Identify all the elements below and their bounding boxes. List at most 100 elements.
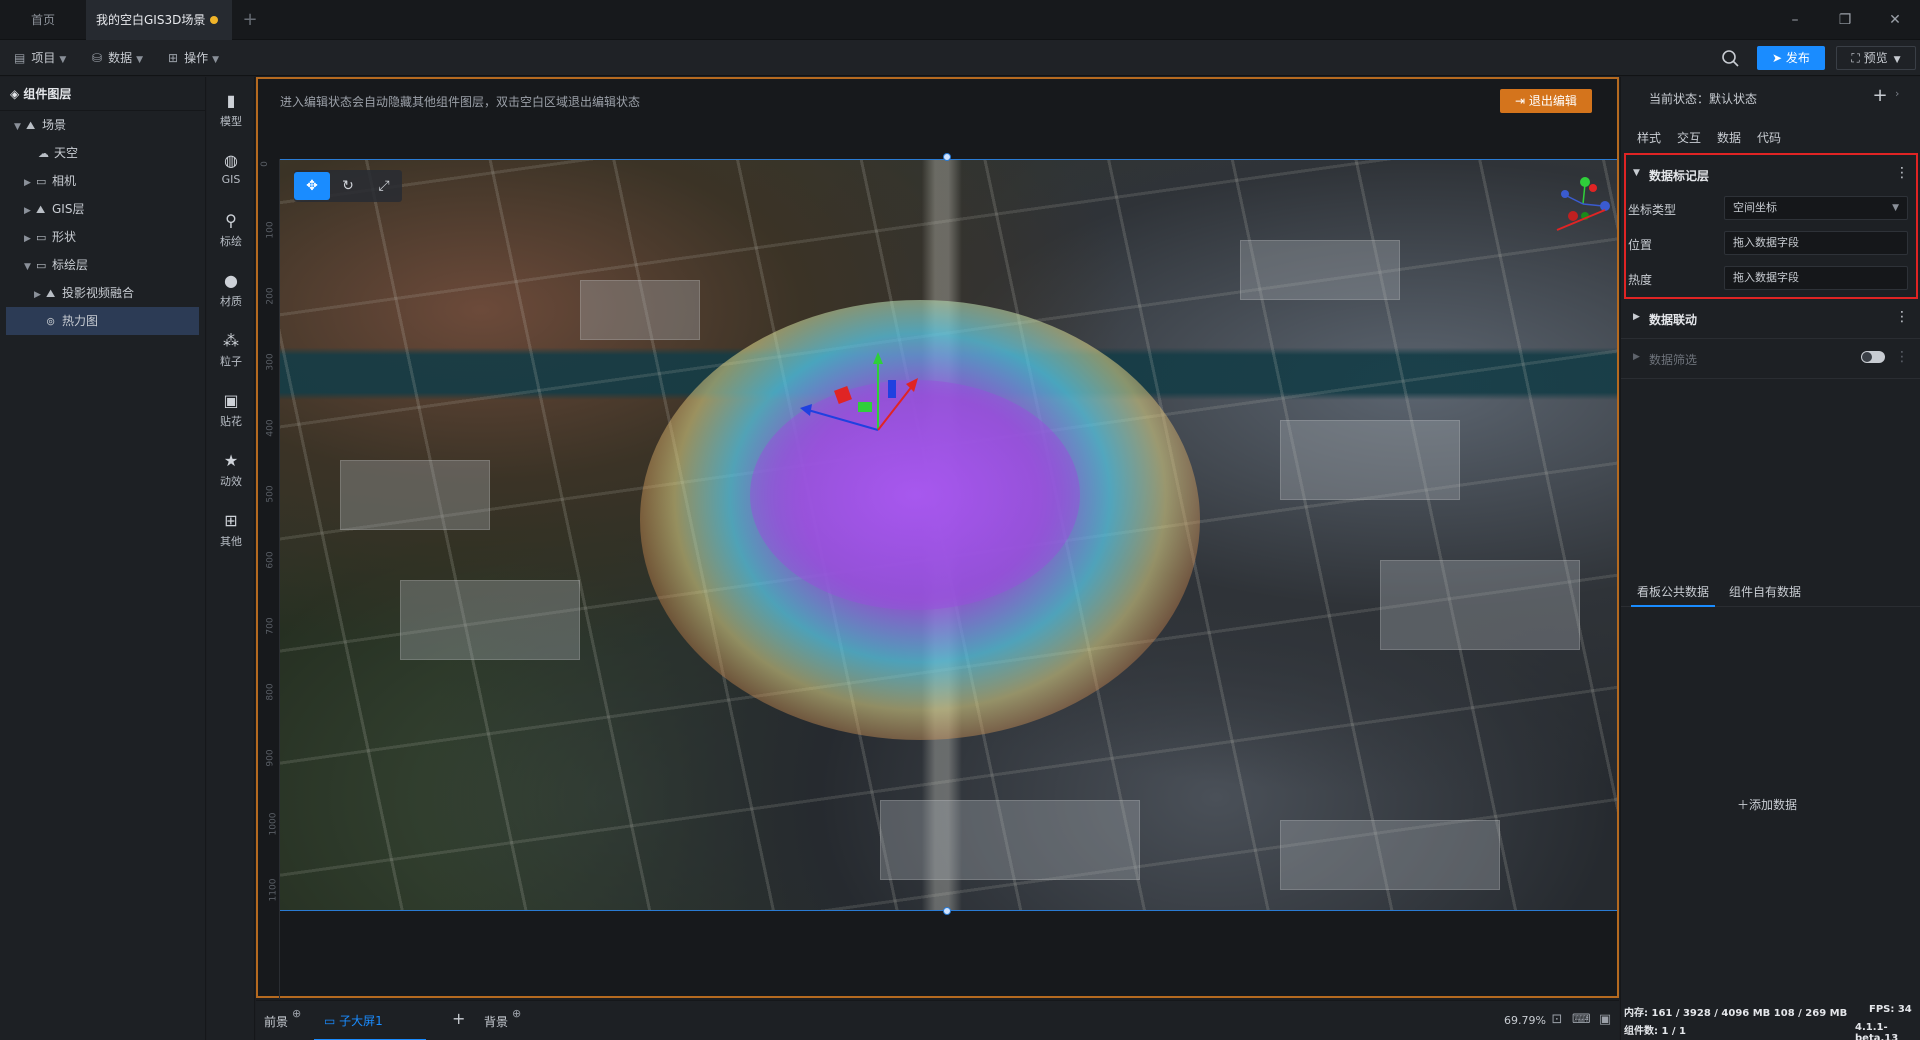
expand-arrow-icon[interactable]: ▼ — [14, 113, 26, 141]
tool-other[interactable]: ⊞ 其他 — [207, 503, 255, 559]
close-window-button[interactable]: ✕ — [1870, 0, 1920, 40]
rotate-tool-button[interactable]: ↻ — [330, 172, 366, 200]
tab-public-data[interactable]: 看板公共数据 — [1637, 583, 1709, 600]
fps-status: FPS: 34 — [1869, 1004, 1912, 1015]
coord-type-select[interactable]: 空间坐标 ▼ — [1724, 196, 1908, 220]
tab-style[interactable]: 样式 — [1637, 129, 1661, 146]
more-vertical-icon[interactable]: ⋮ — [1895, 309, 1909, 325]
tree-item-plot-layer[interactable]: ▼ ▭ 标绘层 — [0, 251, 205, 279]
view-orientation-gizmo-icon[interactable] — [1555, 172, 1615, 232]
folder-icon: ▭ — [36, 175, 47, 188]
tree-item-projection-video[interactable]: ▶ ⛰ 投影视频融合 — [0, 279, 205, 307]
tool-label: 动效 — [220, 475, 242, 488]
add-data-button[interactable]: ＋添加数据 — [1737, 796, 1797, 813]
heat-field-drop[interactable]: 拖入数据字段 — [1724, 266, 1908, 290]
tool-label: 材质 — [220, 295, 242, 308]
chevron-down-icon: ▼ — [1892, 203, 1899, 213]
tab-interaction[interactable]: 交互 — [1677, 129, 1701, 146]
add-screen-button[interactable]: + — [452, 1009, 465, 1028]
preview-label: 预览 — [1863, 51, 1888, 65]
add-tab-button[interactable]: + — [240, 0, 260, 40]
chevron-down-icon: ▼ — [1893, 55, 1901, 65]
property-panel: 当前状态：默认状态 + › 样式 交互 数据 代码 ▼ 数据标记层 ⋮ 坐标类型… — [1620, 77, 1920, 1000]
search-icon — [1722, 50, 1739, 67]
tab-code[interactable]: 代码 — [1757, 129, 1781, 146]
tab-scene[interactable]: 我的空白GIS3D场景 — [86, 0, 232, 40]
edit-canvas[interactable]: 进入编辑状态会自动隐藏其他组件图层，双击空白区域退出编辑状态 ⇥ 退出编辑 0 … — [256, 77, 1619, 999]
add-data-label: 添加数据 — [1749, 798, 1798, 812]
tab-data[interactable]: 数据 — [1717, 129, 1741, 146]
tree-item-label: 天空 — [54, 146, 79, 160]
project-menu[interactable]: ▤ 项目 ▼ — [14, 40, 66, 76]
tool-gis[interactable]: ◍ GIS — [207, 143, 255, 199]
zoom-level[interactable]: 69.79% — [1504, 1014, 1546, 1027]
tool-decal[interactable]: ▣ 贴花 — [207, 383, 255, 439]
database-icon: ⛁ — [92, 51, 103, 65]
resize-handle-top[interactable] — [943, 153, 951, 161]
expand-arrow-icon: ▶ — [1633, 312, 1640, 322]
tree-item-label: 标绘层 — [52, 258, 89, 272]
grid-icon: ⊞ — [224, 511, 238, 530]
more-vertical-icon[interactable]: ⋮ — [1895, 349, 1909, 365]
expand-arrow-icon[interactable]: ▶ — [34, 281, 46, 309]
tree-item-scene[interactable]: ▼ ⛰ 场景 — [0, 111, 205, 139]
tool-label: 贴花 — [220, 415, 242, 428]
tool-plot[interactable]: ⚲ 标绘 — [207, 203, 255, 259]
search-button[interactable] — [1718, 46, 1742, 70]
scale-tool-button[interactable]: ⤢ — [366, 172, 402, 200]
add-state-button[interactable]: + — [1869, 85, 1891, 107]
transform-gizmo-icon[interactable] — [788, 350, 948, 470]
exit-edit-label: 退出编辑 — [1528, 94, 1577, 108]
move-tool-button[interactable]: ✥ — [294, 172, 330, 200]
add-background-icon[interactable]: ⊕ — [512, 1007, 521, 1020]
minimize-button[interactable]: – — [1770, 0, 1820, 40]
section-data-marker-layer[interactable]: ▼ 数据标记层 ⋮ — [1621, 155, 1920, 193]
position-field-drop[interactable]: 拖入数据字段 — [1724, 231, 1908, 255]
tree-item-gis-layer[interactable]: ▶ ⛰ GIS层 — [0, 195, 205, 223]
section-data-linkage[interactable]: ▶ 数据联动 ⋮ — [1621, 299, 1920, 339]
restore-button[interactable]: ❐ — [1820, 0, 1870, 40]
fit-screen-icon[interactable]: ⊡ — [1548, 1011, 1566, 1029]
building — [400, 580, 580, 660]
building — [1280, 820, 1500, 890]
child-screen-tab[interactable]: ▭ 子大屏1 — [314, 1001, 426, 1040]
rotate-icon: ↻ — [342, 178, 354, 194]
tool-material[interactable]: ● 材质 — [207, 263, 255, 319]
tree-item-label: 场景 — [42, 118, 67, 132]
operation-menu[interactable]: ⊞ 操作 ▼ — [168, 40, 219, 76]
expand-arrow-icon[interactable]: ▶ — [24, 197, 36, 225]
tool-effect[interactable]: ★ 动效 — [207, 443, 255, 499]
add-foreground-icon[interactable]: ⊕ — [292, 1007, 301, 1020]
tab-own-data[interactable]: 组件自有数据 — [1729, 583, 1801, 600]
tool-particle[interactable]: ⁂ 粒子 — [207, 323, 255, 379]
ruler-tick: 400 — [265, 419, 276, 437]
layers-icon: ◈ — [10, 87, 24, 101]
keyboard-icon[interactable]: ⌨ — [1572, 1011, 1591, 1029]
exit-edit-button[interactable]: ⇥ 退出编辑 — [1500, 89, 1592, 113]
monitor-icon: ▭ — [324, 1014, 340, 1028]
expand-arrow-icon[interactable]: ▼ — [24, 253, 36, 281]
publish-button[interactable]: ➤ 发布 — [1757, 46, 1825, 70]
data-menu[interactable]: ⛁ 数据 ▼ — [92, 40, 143, 76]
data-filter-toggle[interactable] — [1861, 351, 1885, 363]
preview-button[interactable]: ⛶ 预览 ▼ — [1836, 46, 1916, 70]
tool-model[interactable]: ▮ 模型 — [207, 83, 255, 139]
tab-home[interactable]: 首页 — [0, 0, 86, 40]
child-screen-label: 子大屏1 — [339, 1014, 383, 1028]
background-tab[interactable]: 背景 — [484, 1013, 508, 1030]
resize-handle-bottom[interactable] — [943, 907, 951, 915]
tree-item-camera[interactable]: ▶ ▭ 相机 — [0, 167, 205, 195]
gis-3d-map-viewport[interactable]: ✥ ↻ ⤢ — [280, 159, 1617, 911]
tree-item-heatmap[interactable]: ⊚ 热力图 — [6, 307, 199, 335]
section-data-filter[interactable]: ▶ 数据筛选 ⋮ — [1621, 339, 1920, 379]
gis-layer-icon: ⛰ — [36, 203, 46, 216]
tree-item-sky[interactable]: ☁ 天空 — [0, 139, 205, 167]
document-icon: ▤ — [14, 51, 26, 65]
chevron-right-icon[interactable]: › — [1895, 87, 1899, 100]
more-vertical-icon[interactable]: ⋮ — [1895, 165, 1909, 181]
expand-arrow-icon[interactable]: ▶ — [24, 225, 36, 253]
tree-item-shape[interactable]: ▶ ▭ 形状 — [0, 223, 205, 251]
expand-arrow-icon[interactable]: ▶ — [24, 169, 36, 197]
foreground-tab[interactable]: 前景 — [264, 1013, 288, 1030]
terminal-icon[interactable]: ▣ — [1596, 1011, 1614, 1029]
